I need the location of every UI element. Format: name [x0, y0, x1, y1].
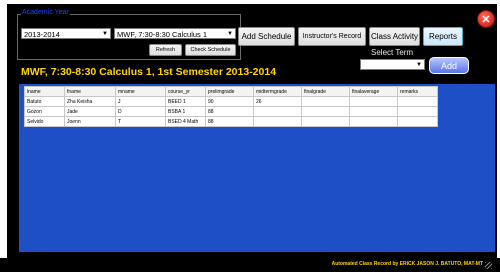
table-cell[interactable] [349, 106, 398, 117]
table-cell[interactable]: Jade [64, 106, 116, 117]
column-header[interactable]: finalaverage [349, 86, 398, 97]
table-cell[interactable] [253, 116, 302, 127]
chevron-down-icon: ▼ [102, 31, 108, 37]
table-header-row: lname fname mname course_yr prelimgrade … [24, 86, 438, 97]
table-cell[interactable]: 88 [205, 106, 254, 117]
select-term-label: Select Term [371, 48, 414, 57]
column-header[interactable]: remarks [397, 86, 438, 97]
reports-button[interactable]: Reports [423, 27, 463, 46]
table-cell[interactable]: Gozon [24, 106, 65, 117]
table-cell[interactable]: BEED 1 [165, 96, 206, 107]
table-cell[interactable] [301, 106, 350, 117]
schedule-value: MWF, 7:30-8:30 Calculus 1 [117, 30, 208, 39]
column-header[interactable]: mname [115, 86, 166, 97]
chevron-down-icon: ▼ [227, 31, 233, 37]
main-window: Academic Year 2013-2014 ▼ MWF, 7:30-8:30… [7, 4, 497, 268]
table-cell[interactable] [349, 116, 398, 127]
grades-table: lname fname mname course_yr prelimgrade … [24, 86, 438, 127]
column-header[interactable]: lname [24, 86, 65, 97]
check-schedule-button[interactable]: Check Schedule [185, 44, 236, 56]
term-select[interactable]: ▼ [360, 59, 425, 70]
table-cell[interactable]: 26 [253, 96, 302, 107]
table-cell[interactable] [349, 96, 398, 107]
table-cell[interactable]: Joenn [64, 116, 116, 127]
schedule-select[interactable]: MWF, 7:30-8:30 Calculus 1 ▼ [114, 28, 236, 39]
table-cell[interactable]: 90 [205, 96, 254, 107]
table-cell[interactable] [397, 96, 438, 107]
grades-grid-area: lname fname mname course_yr prelimgrade … [19, 84, 495, 252]
table-cell[interactable]: BSED 4 Math [165, 116, 206, 127]
table-row[interactable]: Selvido Joenn T BSED 4 Math 88 [24, 116, 438, 127]
column-header[interactable]: midtermgrade [253, 86, 302, 97]
table-cell[interactable]: Batuto [24, 96, 65, 107]
table-cell[interactable]: D [115, 106, 166, 117]
table-cell[interactable] [301, 96, 350, 107]
table-cell[interactable] [301, 116, 350, 127]
table-cell[interactable] [397, 106, 438, 117]
table-row[interactable]: Gozon Jade D BSBA 1 88 [24, 106, 438, 117]
table-cell[interactable]: 88 [205, 116, 254, 127]
academic-year-select[interactable]: 2013-2014 ▼ [21, 28, 111, 39]
add-term-button[interactable]: Add [429, 57, 469, 74]
table-cell[interactable]: Zha Keisha [64, 96, 116, 107]
panel-title: Academic Year [21, 9, 70, 16]
refresh-button[interactable]: Refresh [149, 44, 182, 56]
class-activity-button[interactable]: Class Activity [369, 27, 420, 46]
instructors-record-button[interactable]: Instructor's Record [298, 27, 366, 46]
column-header[interactable]: fname [64, 86, 116, 97]
close-icon[interactable]: ✕ [477, 10, 495, 28]
table-cell[interactable] [397, 116, 438, 127]
academic-year-panel: Academic Year 2013-2014 ▼ MWF, 7:30-8:30… [17, 9, 241, 60]
column-header[interactable]: prelimgrade [205, 86, 254, 97]
academic-year-value: 2013-2014 [24, 30, 60, 39]
status-bar: Automated Class Record by ERICK JASON J.… [0, 258, 500, 272]
footer-credit: Automated Class Record by ERICK JASON J.… [331, 261, 483, 267]
page-title: MWF, 7:30-8:30 Calculus 1, 1st Semester … [21, 66, 277, 78]
resize-grip-icon[interactable] [485, 262, 492, 269]
table-cell[interactable]: J [115, 96, 166, 107]
column-header[interactable]: finalgrade [301, 86, 350, 97]
add-schedule-button[interactable]: Add Schedule [238, 27, 295, 46]
chevron-down-icon: ▼ [416, 62, 422, 68]
table-cell[interactable]: BSBA 1 [165, 106, 206, 117]
table-cell[interactable] [253, 106, 302, 117]
column-header[interactable]: course_yr [165, 86, 206, 97]
table-row[interactable]: Batuto Zha Keisha J BEED 1 90 26 [24, 96, 438, 107]
table-cell[interactable]: Selvido [24, 116, 65, 127]
table-cell[interactable]: T [115, 116, 166, 127]
